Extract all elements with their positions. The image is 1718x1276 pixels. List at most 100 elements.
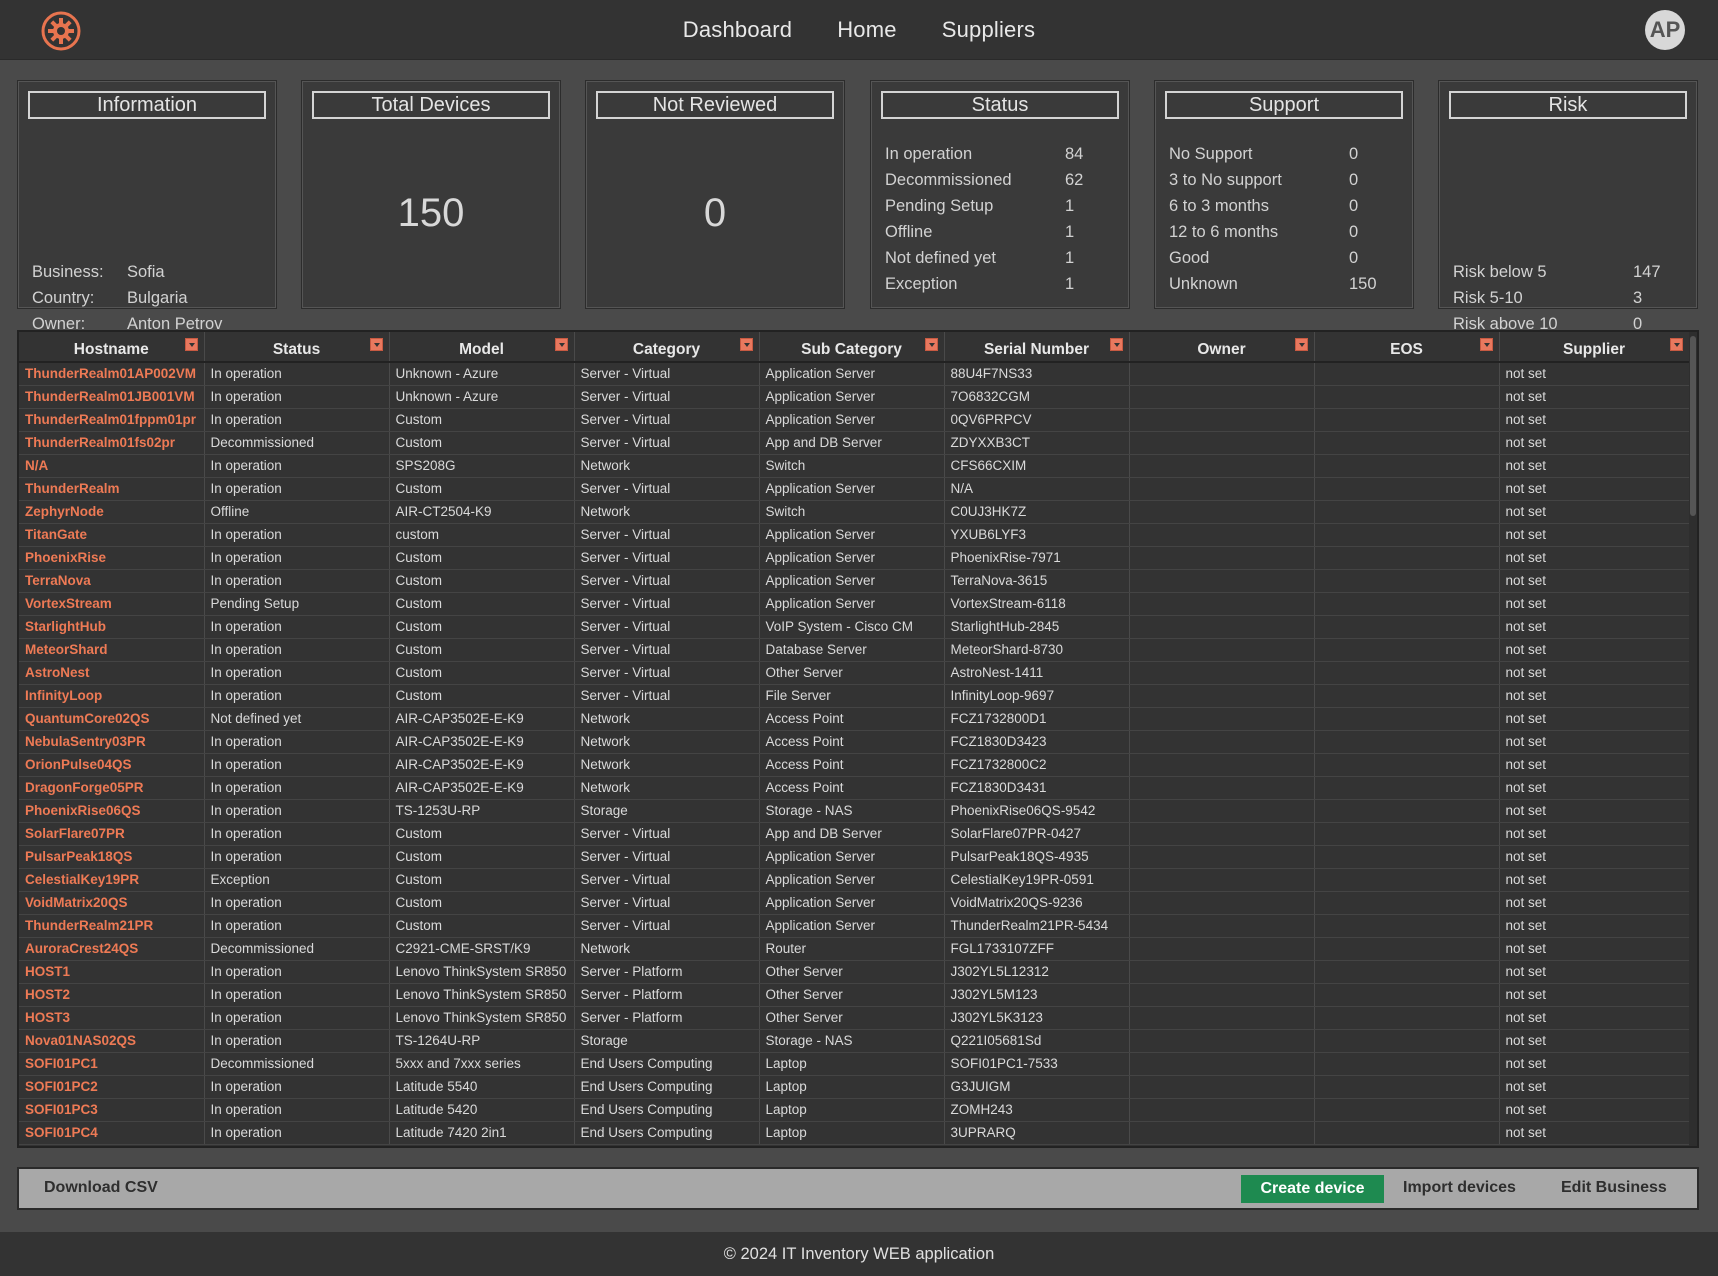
hostname-link[interactable]: HOST2	[19, 983, 205, 1007]
column-header[interactable]: Category	[574, 332, 760, 363]
table-row[interactable]: PhoenixRise06QS In operation TS-1253U-RP St…	[19, 799, 1690, 823]
download-csv-button[interactable]: Download CSV	[44, 1179, 158, 1197]
hostname-link[interactable]: SOFI01PC2	[19, 1075, 205, 1099]
hostname-link[interactable]: Nova01NAS02QS	[19, 1029, 205, 1053]
hostname-link[interactable]: VoidMatrix20QS	[19, 891, 205, 915]
column-header[interactable]: Sub Category	[759, 332, 945, 363]
hostname-link[interactable]: DragonForge05PR	[19, 776, 205, 800]
filter-dropdown-icon[interactable]	[1669, 338, 1683, 351]
table-row[interactable]: MeteorShard In operation Custom Server - Vi…	[19, 638, 1690, 662]
filter-dropdown-icon[interactable]	[924, 338, 938, 351]
table-row[interactable]: AuroraCrest24QS Decommissioned C2921-CME-S…	[19, 937, 1690, 961]
table-row[interactable]: SOFI01PC1 Decommissioned 5xxx and 7xxx ser…	[19, 1052, 1690, 1076]
scrollbar-thumb[interactable]	[1690, 336, 1696, 516]
hostname-link[interactable]: StarlightHub	[19, 615, 205, 639]
column-header[interactable]: Owner	[1129, 332, 1315, 363]
table-row[interactable]: ZephyrNode Offline AIR-CT2504-K9 Network Swi…	[19, 500, 1690, 524]
hostname-link[interactable]: PhoenixRise06QS	[19, 799, 205, 823]
hostname-link[interactable]: SOFI01PC3	[19, 1098, 205, 1122]
status-label: Pending Setup	[885, 196, 994, 215]
table-row[interactable]: SolarFlare07PR In operation Custom Server -…	[19, 822, 1690, 846]
column-header[interactable]: Model	[389, 332, 575, 363]
hostname-link[interactable]: VortexStream	[19, 592, 205, 616]
hostname-link[interactable]: HOST3	[19, 1006, 205, 1030]
table-row[interactable]: N/A In operation SPS208G Network Switch CFS66…	[19, 454, 1690, 478]
hostname-link[interactable]: ThunderRealm21PR	[19, 914, 205, 938]
hostname-link[interactable]: SolarFlare07PR	[19, 822, 205, 846]
table-row[interactable]: VoidMatrix20QS In operation Custom Server -…	[19, 891, 1690, 915]
table-row[interactable]: VortexStream Pending Setup Custom Server - …	[19, 592, 1690, 616]
hostname-link[interactable]: SOFI01PC4	[19, 1121, 205, 1145]
hostname-link[interactable]: InfinityLoop	[19, 684, 205, 708]
nav-suppliers[interactable]: Suppliers	[942, 17, 1036, 43]
table-row[interactable]: SOFI01PC2 In operation Latitude 5540 End Us…	[19, 1075, 1690, 1099]
filter-dropdown-icon[interactable]	[1294, 338, 1308, 351]
table-row[interactable]: DragonForge05PR In operation AIR-CAP3502E-…	[19, 776, 1690, 800]
table-row[interactable]: AstroNest In operation Custom Server - Virt…	[19, 661, 1690, 685]
table-row[interactable]: HOST2 In operation Lenovo ThinkSystem SR85…	[19, 983, 1690, 1007]
hostname-link[interactable]: ThunderRealm01fs02pr	[19, 431, 205, 455]
table-row[interactable]: HOST3 In operation Lenovo ThinkSystem SR85…	[19, 1006, 1690, 1030]
table-row[interactable]: HOST1 In operation Lenovo ThinkSystem SR85…	[19, 960, 1690, 984]
table-row[interactable]: ThunderRealm In operation Custom Server - V…	[19, 477, 1690, 501]
hostname-link[interactable]: HOST1	[19, 960, 205, 984]
nav-home[interactable]: Home	[837, 17, 897, 43]
edit-business-button[interactable]: Edit Business	[1561, 1179, 1667, 1197]
hostname-link[interactable]: AstroNest	[19, 661, 205, 685]
table-row[interactable]: NebulaSentry03PR In operation AIR-CAP3502E…	[19, 730, 1690, 754]
hostname-link[interactable]: ThunderRealm01AP002VM	[19, 362, 205, 386]
table-row[interactable]: ThunderRealm01AP002VM In operation Unknown…	[19, 362, 1690, 386]
table-row[interactable]: PulsarPeak18QS In operation Custom Server -…	[19, 845, 1690, 869]
table-row[interactable]: ThunderRealm01fs02pr Decommissioned Custom…	[19, 431, 1690, 455]
table-row[interactable]: CelestialKey19PR Exception Custom Server - …	[19, 868, 1690, 892]
filter-dropdown-icon[interactable]	[1109, 338, 1123, 351]
hostname-link[interactable]: OrionPulse04QS	[19, 753, 205, 777]
not-reviewed-card[interactable]: Not Reviewed 0	[585, 80, 845, 309]
hostname-link[interactable]: PhoenixRise	[19, 546, 205, 570]
hostname-link[interactable]: PulsarPeak18QS	[19, 845, 205, 869]
table-row[interactable]: ThunderRealm01fppm01pr In operation Custom…	[19, 408, 1690, 432]
import-devices-button[interactable]: Import devices	[1403, 1179, 1516, 1197]
table-row[interactable]: Nova01NAS02QS In operation TS-1264U-RP Stor…	[19, 1029, 1690, 1053]
hostname-link[interactable]: CelestialKey19PR	[19, 868, 205, 892]
column-header[interactable]: Status	[204, 332, 390, 363]
hostname-link[interactable]: N/A	[19, 454, 205, 478]
table-row[interactable]: TerraNova In operation Custom Server - Virt…	[19, 569, 1690, 593]
avatar[interactable]: AP	[1645, 10, 1685, 50]
filter-dropdown-icon[interactable]	[1479, 338, 1493, 351]
hostname-link[interactable]: TitanGate	[19, 523, 205, 547]
support-count: 150	[1349, 274, 1377, 293]
column-header[interactable]: Hostname	[19, 332, 205, 363]
hostname-link[interactable]: ThunderRealm01fppm01pr	[19, 408, 205, 432]
column-header[interactable]: Supplier	[1499, 332, 1690, 363]
hostname-link[interactable]: MeteorShard	[19, 638, 205, 662]
hostname-link[interactable]: ZephyrNode	[19, 500, 205, 524]
filter-dropdown-icon[interactable]	[184, 338, 198, 351]
create-device-button[interactable]: Create device	[1241, 1175, 1384, 1203]
filter-dropdown-icon[interactable]	[554, 338, 568, 351]
column-header[interactable]: Serial Number	[944, 332, 1130, 363]
table-row[interactable]: TitanGate In operation custom Server - Virt…	[19, 523, 1690, 547]
hostname-link[interactable]: SOFI01PC1	[19, 1052, 205, 1076]
column-header[interactable]: EOS	[1314, 332, 1500, 363]
table-row[interactable]: ThunderRealm21PR In operation Custom Server…	[19, 914, 1690, 938]
hostname-link[interactable]: TerraNova	[19, 569, 205, 593]
hostname-link[interactable]: QuantumCore02QS	[19, 707, 205, 731]
hostname-link[interactable]: AuroraCrest24QS	[19, 937, 205, 961]
hostname-link[interactable]: NebulaSentry03PR	[19, 730, 205, 754]
table-row[interactable]: ThunderRealm01JB001VM In operation Unknown…	[19, 385, 1690, 409]
table-row[interactable]: StarlightHub In operation Custom Server - V…	[19, 615, 1690, 639]
nav-dashboard[interactable]: Dashboard	[683, 17, 792, 43]
hostname-link[interactable]: ThunderRealm	[19, 477, 205, 501]
table-scrollbar[interactable]	[1689, 332, 1697, 1146]
filter-dropdown-icon[interactable]	[369, 338, 383, 351]
table-row[interactable]: QuantumCore02QS Not defined yet AIR-CAP350…	[19, 707, 1690, 731]
table-row[interactable]: SOFI01PC4 In operation Latitude 7420 2in1 E…	[19, 1121, 1690, 1145]
table-row[interactable]: OrionPulse04QS In operation AIR-CAP3502E-E…	[19, 753, 1690, 777]
info-label: Country:	[32, 288, 95, 307]
filter-dropdown-icon[interactable]	[739, 338, 753, 351]
table-row[interactable]: PhoenixRise In operation Custom Server - Vi…	[19, 546, 1690, 570]
table-row[interactable]: SOFI01PC3 In operation Latitude 5420 End Us…	[19, 1098, 1690, 1122]
table-row[interactable]: InfinityLoop In operation Custom Server - V…	[19, 684, 1690, 708]
hostname-link[interactable]: ThunderRealm01JB001VM	[19, 385, 205, 409]
